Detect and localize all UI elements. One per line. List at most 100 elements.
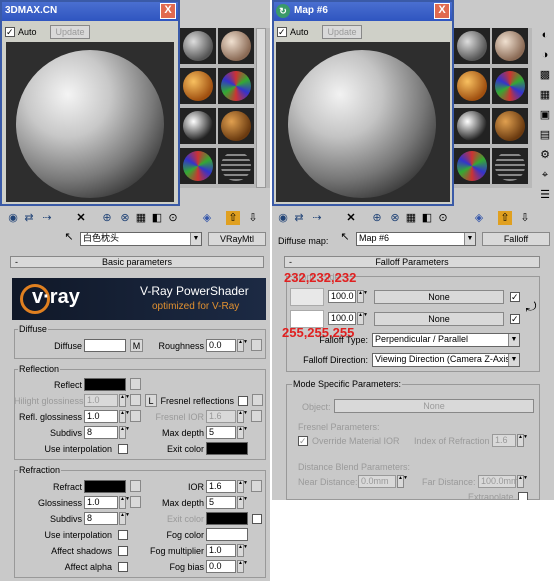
close-button[interactable]: X [434, 3, 450, 19]
refraction-exit-color-swatch[interactable] [206, 512, 248, 525]
backlight-icon[interactable]: ◑ [538, 48, 552, 62]
object-pick-button[interactable]: None [334, 399, 534, 413]
chevron-down-icon[interactable]: ▼ [508, 334, 519, 346]
sample-slot[interactable] [218, 68, 254, 104]
refl-glossiness-spinner[interactable]: ▲▼ [119, 410, 130, 423]
sample-slot[interactable] [180, 148, 216, 184]
hilight-spinner[interactable]: ▲▼ [119, 394, 130, 407]
delete-icon[interactable]: ✕ [344, 211, 358, 225]
fog-multiplier-spinner[interactable]: ▲▼ [237, 544, 248, 557]
sample-slot[interactable] [454, 148, 490, 184]
make-unique-icon[interactable]: ⊗ [388, 211, 402, 225]
assign-material-icon[interactable]: ⇢ [40, 211, 54, 225]
falloff-parameters-rollout[interactable]: - Falloff Parameters [284, 256, 540, 268]
ior-field[interactable]: 1.6 [206, 480, 236, 493]
fog-multiplier-field[interactable]: 1.0 [206, 544, 236, 557]
make-preview-icon[interactable]: ▤ [538, 128, 552, 142]
sample-slot[interactable] [218, 28, 254, 64]
make-unique-icon[interactable]: ⊗ [118, 211, 132, 225]
sample-slot[interactable] [492, 28, 528, 64]
go-parent-icon[interactable]: ◈ [200, 211, 214, 225]
show-map-icon[interactable]: ◧ [420, 211, 434, 225]
ior-map-button[interactable] [251, 480, 262, 492]
roughness-spinner[interactable]: ▲▼ [237, 339, 248, 352]
far-distance-field[interactable]: 100.0mm [478, 475, 519, 488]
chevron-down-icon[interactable]: ▼ [508, 354, 519, 366]
auto-checkbox[interactable]: ✓ [5, 27, 15, 37]
front-map-button[interactable]: None [374, 290, 504, 304]
hilight-map-button[interactable] [130, 394, 141, 406]
fresnel-ior-map-button[interactable] [251, 410, 262, 422]
sample-slot[interactable] [492, 68, 528, 104]
assign-material-icon[interactable]: ⇢ [310, 211, 324, 225]
diffuse-swatch[interactable] [84, 339, 126, 352]
fresnel-ior-spinner[interactable]: ▲▼ [237, 410, 248, 423]
max-depth-spinner[interactable]: ▲▼ [237, 426, 248, 439]
show-map-icon[interactable]: ◧ [150, 211, 164, 225]
max-depth-field[interactable]: 5 [206, 426, 236, 439]
video-check-icon[interactable]: ▣ [538, 108, 552, 122]
put-to-scene-icon[interactable]: ⇄ [22, 211, 36, 225]
refraction-exit-color-checkbox[interactable] [252, 514, 262, 524]
front-map-checkbox[interactable]: ✓ [510, 292, 520, 302]
side-map-button[interactable]: None [374, 312, 504, 326]
auto-checkbox[interactable]: ✓ [277, 27, 287, 37]
uv-tiling-icon[interactable]: ▦ [538, 88, 552, 102]
sample-slot[interactable] [454, 108, 490, 144]
fog-color-swatch[interactable] [206, 528, 248, 541]
sample-slot[interactable] [180, 68, 216, 104]
sample-slot[interactable] [454, 28, 490, 64]
index-of-refraction-spinner[interactable]: ▲▼ [517, 434, 528, 447]
affect-alpha-checkbox[interactable] [118, 562, 128, 572]
glossiness-map-button[interactable] [130, 496, 141, 508]
copy-material-icon[interactable]: ⊕ [370, 211, 384, 225]
fresnel-reflections-checkbox[interactable] [238, 396, 248, 406]
pick-material-icon[interactable]: ↖ [62, 230, 76, 244]
sample-slot[interactable] [218, 108, 254, 144]
sample-scrollbar[interactable] [256, 28, 266, 188]
background-icon[interactable]: ▩ [538, 68, 552, 82]
sample-slot[interactable] [492, 108, 528, 144]
sample-slot[interactable] [180, 108, 216, 144]
near-distance-field[interactable]: 0.0mm [358, 475, 396, 488]
near-distance-spinner[interactable]: ▲▼ [397, 475, 408, 488]
material-type-button[interactable]: VRayMtl [208, 232, 266, 246]
sample-slot[interactable] [454, 68, 490, 104]
left-window-titlebar[interactable]: 3DMAX.CN X [2, 2, 178, 21]
reflect-map-button[interactable] [130, 378, 141, 390]
falloff-direction-dropdown[interactable]: Viewing Direction (Camera Z-Axis) ▼ [372, 353, 520, 367]
index-of-refraction-field[interactable]: 1.6 [492, 434, 516, 447]
roughness-field[interactable]: 0.0 [206, 339, 236, 352]
glossiness-field[interactable]: 1.0 [84, 496, 118, 509]
put-to-scene-icon[interactable]: ⇄ [292, 211, 306, 225]
update-button[interactable]: Update [322, 25, 362, 39]
right-window-titlebar[interactable]: ↻ Map #6 X [274, 2, 452, 21]
options-icon[interactable]: ⚙ [538, 148, 552, 162]
refl-glossiness-field[interactable]: 1.0 [84, 410, 118, 423]
glossiness-spinner[interactable]: ▲▼ [119, 496, 130, 509]
material-navigator-icon[interactable]: ☰ [538, 188, 552, 202]
refract-map-button[interactable] [130, 480, 141, 492]
reflect-swatch[interactable] [84, 378, 126, 391]
go-forward-sibling-icon[interactable]: ⇩ [518, 211, 532, 225]
subdivs-field[interactable]: 8 [84, 426, 118, 439]
front-color-swatch[interactable] [290, 288, 324, 306]
fog-bias-spinner[interactable]: ▲▼ [237, 560, 248, 573]
chevron-down-icon[interactable]: ▼ [190, 233, 201, 245]
refraction-use-interpolation-checkbox[interactable] [118, 530, 128, 540]
reset-map-icon[interactable]: ◈ [472, 211, 486, 225]
affect-shadows-checkbox[interactable] [118, 546, 128, 556]
refraction-subdivs-field[interactable]: 8 [84, 512, 118, 525]
map-name-dropdown[interactable]: Map #6 ▼ [356, 232, 476, 246]
fresnel-ior-field[interactable]: 1.6 [206, 410, 236, 423]
front-amount-spinner[interactable]: ▲▼ [357, 290, 368, 303]
sample-slot[interactable] [492, 148, 528, 184]
chevron-down-icon[interactable]: ▼ [464, 233, 475, 245]
side-amount-field[interactable]: 100.0 [328, 312, 356, 325]
sample-slot[interactable] [180, 28, 216, 64]
side-map-checkbox[interactable]: ✓ [510, 314, 520, 324]
sample-type-icon[interactable]: ◐ [538, 28, 552, 42]
fog-bias-field[interactable]: 0.0 [206, 560, 236, 573]
select-by-material-icon[interactable]: ⌖ [538, 168, 552, 182]
basic-parameters-rollout[interactable]: - Basic parameters [10, 256, 264, 268]
